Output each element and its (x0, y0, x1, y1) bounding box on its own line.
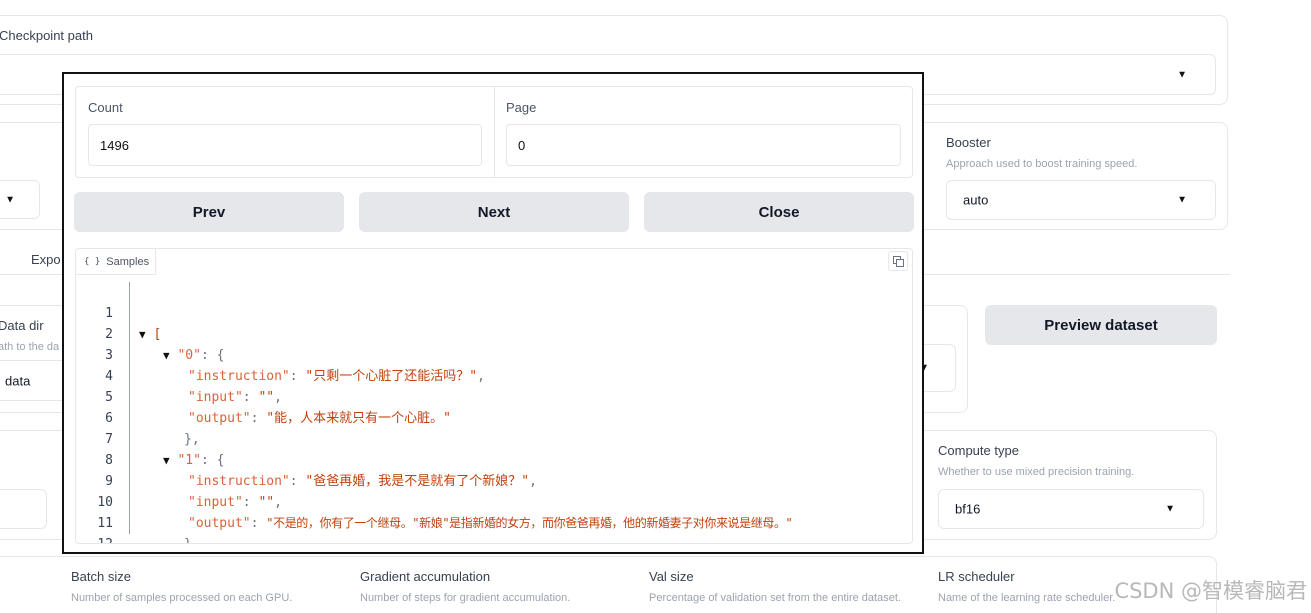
code-line: 8 "instruction": "爸爸再婚，我是不是就有了个新娘？", (76, 429, 912, 489)
code-line: 7 ▼ "1": { (76, 408, 912, 468)
next-button[interactable]: Next (359, 192, 629, 232)
data-dir-label: Data dir (0, 318, 44, 333)
code-line: 2 ▼ "0": { (76, 303, 912, 363)
booster-hint: Approach used to boost training speed. (946, 158, 1138, 170)
close-button[interactable]: Close (644, 192, 914, 232)
batch-size-label: Batch size (71, 569, 131, 584)
lr-scheduler-hint: Name of the learning rate scheduler. (938, 592, 1116, 604)
watermark: CSDN @智模睿脑君 (1114, 579, 1307, 603)
json-code: 1 ▼ [ 2 ▼ "0": { 3 "instruction": "只剩一个心… (76, 282, 912, 543)
code-line: 5 "output": "能，人本来就只有一个心脏。" (76, 366, 912, 426)
samples-json-viewer: { } Samples 1 ▼ [ 2 ▼ "0": { 3 "instruct… (75, 248, 913, 544)
code-line: 1 ▼ [ (76, 282, 912, 342)
booster-select[interactable]: auto ▼ (946, 180, 1216, 220)
val-size-label: Val size (649, 569, 694, 584)
page-label: Page (506, 100, 537, 115)
hyperparams-panel (0, 556, 1217, 613)
count-label: Count (88, 100, 123, 115)
pagination-fields: Count 1496 Page 0 (75, 86, 913, 178)
compute-type-value: bf16 (955, 501, 981, 517)
json-icon: { } (84, 256, 101, 267)
val-size-hint: Percentage of validation set from the en… (649, 592, 901, 604)
count-input[interactable]: 1496 (88, 124, 482, 166)
code-line: 10 "output": "不是的，你有了一个继母。"新娘"是指新婚的女方，而你… (76, 471, 912, 531)
code-line: 3 "instruction": "只剩一个心脏了还能活吗？", (76, 324, 912, 384)
code-line: 4 "input": "", (76, 345, 912, 405)
lr-scheduler-label: LR scheduler (938, 569, 1015, 584)
data-dir-hint: ath to the da (0, 341, 60, 353)
compute-type-label: Compute type (938, 443, 1019, 458)
chevron-down-icon: ▼ (1177, 69, 1187, 80)
chevron-down-icon: ▼ (1177, 194, 1187, 206)
checkpoint-label: Checkpoint path (0, 28, 93, 43)
code-line: 9 "input": "", (76, 450, 912, 510)
tab-export-partial[interactable]: Expo (31, 252, 61, 267)
code-line: 11 } (76, 492, 912, 543)
data-dir-input[interactable]: data (0, 360, 70, 401)
page-input[interactable]: 0 (506, 124, 901, 166)
dataset-preview-modal: Count 1496 Page 0 Prev Next Close { } Sa… (62, 72, 924, 554)
left-input-partial[interactable] (0, 489, 47, 529)
compute-type-select[interactable]: bf16 ▼ (938, 489, 1204, 529)
data-dir-value: data (5, 373, 31, 388)
left-select-partial[interactable]: ▼ (0, 180, 40, 219)
compute-type-hint: Whether to use mixed precision training. (938, 466, 1135, 478)
chevron-down-icon: ▼ (5, 194, 15, 205)
count-field: Count 1496 (76, 87, 494, 177)
preview-dataset-button[interactable]: Preview dataset (985, 305, 1217, 345)
samples-tab-label: Samples (106, 255, 150, 268)
booster-label: Booster (946, 135, 991, 150)
grad-accum-label: Gradient accumulation (360, 569, 491, 584)
prev-button[interactable]: Prev (74, 192, 344, 232)
grad-accum-hint: Number of steps for gradient accumulatio… (360, 592, 571, 604)
page-field: Page 0 (494, 87, 914, 177)
code-line: 12 ] (76, 513, 912, 543)
booster-value: auto (963, 192, 989, 208)
code-line: 6 }, (76, 387, 912, 447)
line-number: 12 (76, 534, 113, 543)
copy-icon[interactable] (888, 251, 908, 271)
samples-tab[interactable]: { } Samples (76, 249, 156, 275)
batch-size-hint: Number of samples processed on each GPU. (71, 592, 293, 604)
chevron-down-icon: ▼ (1165, 503, 1175, 515)
